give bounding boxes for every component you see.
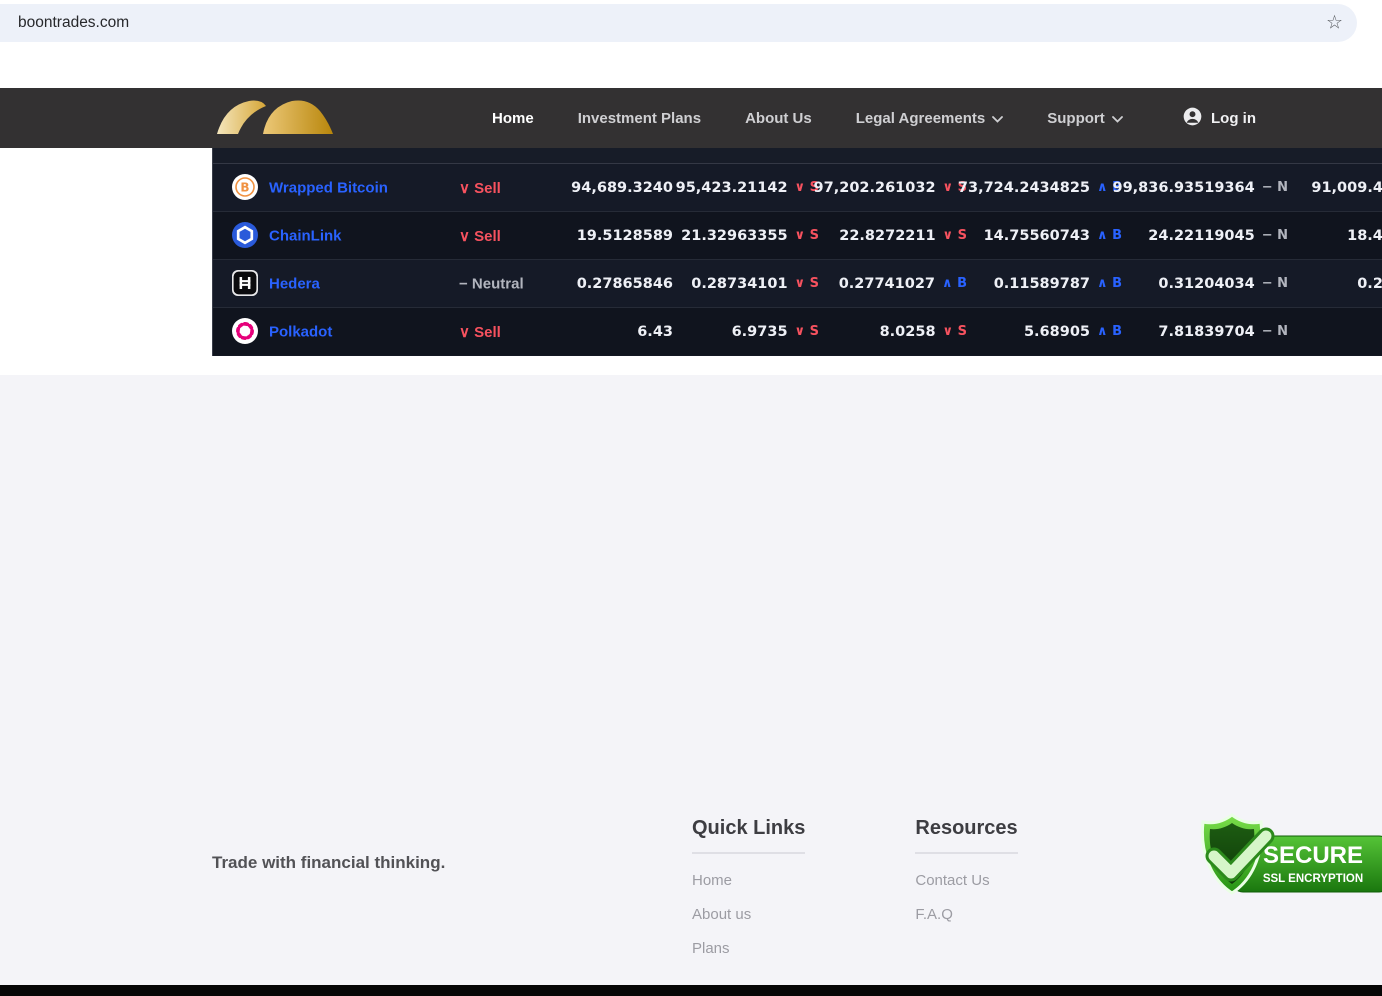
value-cell: 91,009.48 — [213, 164, 1382, 211]
nav-link-legal-agreements[interactable]: Legal Agreements — [856, 110, 1004, 127]
footer-link[interactable]: About us — [692, 906, 805, 923]
page: boontrades.com ☆ Home Investment Plans Abo… — [0, 0, 1382, 996]
nav-links: Home Investment Plans About Us Legal Agreem… — [492, 88, 1123, 148]
login-button[interactable]: Log in — [1183, 88, 1256, 148]
nav-link-about-us[interactable]: About Us — [745, 110, 812, 127]
table-row: BWrapped Bitcoin∨ Sell94,689.324095,423.… — [213, 164, 1382, 212]
chevron-down-icon — [992, 110, 1003, 127]
value-cell: 18.43 — [213, 212, 1382, 259]
footer-column-heading: Quick Links — [692, 817, 805, 854]
market-table: BWrapped Bitcoin∨ Sell94,689.324095,423.… — [212, 148, 1382, 356]
table-row: Polkadot∨ Sell6.436.9735∨ S8.0258∨ S5.68… — [213, 308, 1382, 355]
nav-link-home[interactable]: Home — [492, 110, 534, 127]
footer-tagline: Trade with financial thinking. — [212, 853, 445, 873]
value-cell: 6 — [213, 308, 1382, 355]
ssl-secure-badge: SECURE SSL ENCRYPTION — [1180, 811, 1382, 921]
login-label: Log in — [1211, 110, 1256, 127]
footer-link[interactable]: Home — [692, 872, 805, 889]
table-row: ChainLink∨ Sell19.512858921.32963355∨ S2… — [213, 212, 1382, 260]
value-cell: 0.26 — [213, 260, 1382, 307]
bottom-bar — [0, 985, 1382, 996]
footer-link-columns: Quick Links Home About us Plans Resources Con… — [692, 817, 1018, 974]
table-row: Hedera− Neutral0.278658460.28734101∨ S0.… — [213, 260, 1382, 308]
market-rows: BWrapped Bitcoin∨ Sell94,689.324095,423.… — [213, 164, 1382, 355]
user-icon — [1183, 107, 1202, 130]
footer-link[interactable]: Plans — [692, 940, 805, 957]
address-bar[interactable]: boontrades.com ☆ — [0, 4, 1357, 42]
chevron-down-icon — [1112, 110, 1123, 127]
nav-link-support[interactable]: Support — [1047, 110, 1123, 127]
footer-column-heading: Resources — [915, 817, 1017, 854]
ssl-badge-line2: SSL ENCRYPTION — [1263, 873, 1363, 885]
ssl-badge-line1: SECURE — [1263, 842, 1363, 869]
main-nav: Home Investment Plans About Us Legal Agreem… — [0, 88, 1382, 148]
footer: Trade with financial thinking. Quick Lin… — [0, 375, 1382, 985]
footer-link[interactable]: Contact Us — [915, 872, 1017, 889]
site-logo[interactable] — [215, 98, 335, 143]
footer-column-quick-links: Quick Links Home About us Plans — [692, 817, 805, 974]
table-row-partial — [213, 148, 1382, 164]
bookmark-star-icon[interactable]: ☆ — [1326, 14, 1343, 33]
footer-column-resources: Resources Contact Us F.A.Q — [915, 817, 1017, 974]
footer-link[interactable]: F.A.Q — [915, 906, 1017, 923]
nav-link-investment-plans[interactable]: Investment Plans — [578, 110, 701, 127]
address-bar-url[interactable]: boontrades.com — [18, 14, 129, 32]
